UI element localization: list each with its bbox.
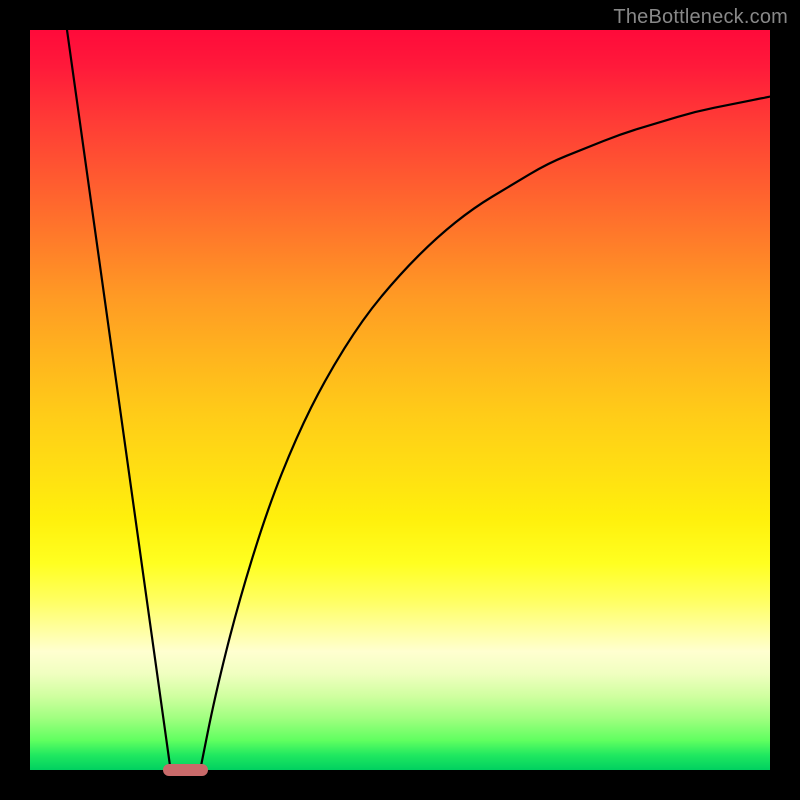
curve-path bbox=[67, 30, 770, 770]
chart-frame: TheBottleneck.com bbox=[0, 0, 800, 800]
watermark-text: TheBottleneck.com bbox=[613, 6, 788, 29]
chart-curves bbox=[30, 30, 770, 770]
bottleneck-marker bbox=[163, 764, 207, 776]
